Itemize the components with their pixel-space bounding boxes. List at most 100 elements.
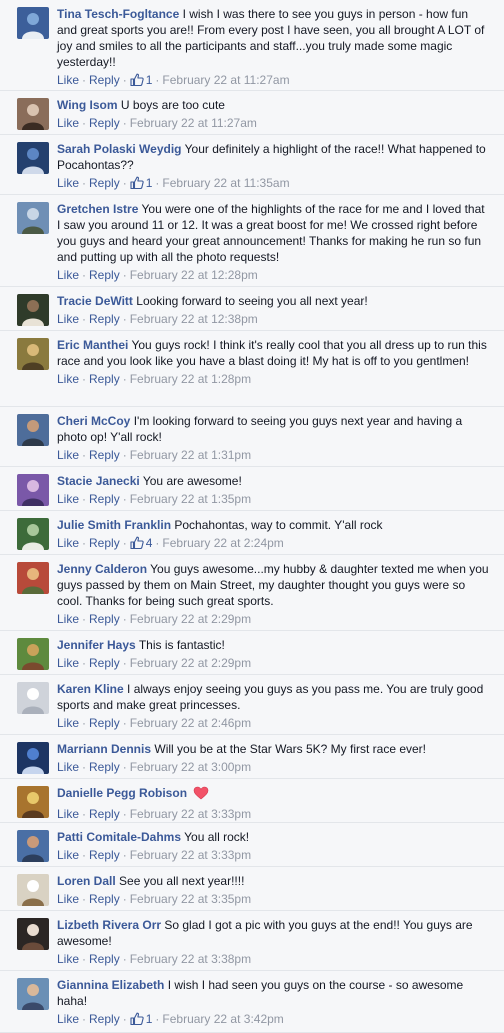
comment: Julie Smith Franklin Pochahontas, way to… [0, 511, 504, 555]
reply-link[interactable]: Reply [89, 176, 120, 190]
comment-author[interactable]: Jennifer Hays [57, 638, 136, 652]
like-link[interactable]: Like [57, 848, 79, 862]
comment-author[interactable]: Tracie DeWitt [57, 294, 133, 308]
avatar[interactable] [17, 98, 49, 130]
comment-author[interactable]: Sarah Polaski Weydig [57, 142, 182, 156]
reply-link[interactable]: Reply [89, 73, 120, 87]
like-link[interactable]: Like [57, 892, 79, 906]
comment-author[interactable]: Julie Smith Franklin [57, 518, 171, 532]
comment-timestamp[interactable]: February 22 at 12:38pm [130, 312, 258, 326]
like-link[interactable]: Like [57, 716, 79, 730]
like-link[interactable]: Like [57, 760, 79, 774]
comment-author[interactable]: Karen Kline [57, 682, 124, 696]
comment-author[interactable]: Giannina Elizabeth [57, 978, 164, 992]
like-link[interactable]: Like [57, 656, 79, 670]
reply-link[interactable]: Reply [89, 892, 120, 906]
reply-link[interactable]: Reply [89, 807, 120, 821]
comment-timestamp[interactable]: February 22 at 1:35pm [130, 492, 251, 506]
avatar[interactable] [17, 338, 49, 370]
reply-link[interactable]: Reply [89, 612, 120, 626]
separator: · [122, 807, 127, 821]
comment-author[interactable]: Wing Isom [57, 98, 118, 112]
avatar[interactable] [17, 786, 49, 818]
like-link[interactable]: Like [57, 448, 79, 462]
comment-timestamp[interactable]: February 22 at 3:33pm [130, 807, 251, 821]
avatar[interactable] [17, 202, 49, 234]
comment-timestamp[interactable]: February 22 at 3:33pm [130, 848, 251, 862]
comment-author[interactable]: Stacie Janecki [57, 474, 140, 488]
avatar[interactable] [17, 474, 49, 506]
like-link[interactable]: Like [57, 268, 79, 282]
reply-link[interactable]: Reply [89, 492, 120, 506]
reply-link[interactable]: Reply [89, 372, 120, 386]
comment-timestamp[interactable]: February 22 at 2:29pm [130, 656, 251, 670]
comment-timestamp[interactable]: February 22 at 3:00pm [130, 760, 251, 774]
comment-timestamp[interactable]: February 22 at 12:28pm [130, 268, 258, 282]
like-link[interactable]: Like [57, 612, 79, 626]
comment-author[interactable]: Lizbeth Rivera Orr [57, 918, 161, 932]
like-count[interactable]: 4 [130, 535, 152, 551]
reply-link[interactable]: Reply [89, 848, 120, 862]
reply-link[interactable]: Reply [89, 448, 120, 462]
like-count[interactable]: 1 [130, 72, 152, 88]
like-link[interactable]: Like [57, 176, 79, 190]
avatar[interactable] [17, 142, 49, 174]
comment-timestamp[interactable]: February 22 at 3:42pm [162, 1012, 283, 1026]
comment-author[interactable]: Loren Dall [57, 874, 116, 888]
comment-timestamp[interactable]: February 22 at 1:31pm [130, 448, 251, 462]
comment-timestamp[interactable]: February 22 at 3:38pm [130, 952, 251, 966]
avatar[interactable] [17, 874, 49, 906]
like-link[interactable]: Like [57, 312, 79, 326]
like-link[interactable]: Like [57, 73, 79, 87]
comment-author[interactable]: Danielle Pegg Robison [57, 786, 187, 800]
avatar[interactable] [17, 742, 49, 774]
avatar[interactable] [17, 682, 49, 714]
comment-timestamp[interactable]: February 22 at 2:24pm [162, 536, 283, 550]
avatar[interactable] [17, 830, 49, 862]
comment-author[interactable]: Eric Manthei [57, 338, 128, 352]
comment-author[interactable]: Tina Tesch-Fogltance [57, 7, 179, 21]
comment-body: Jennifer Hays This is fantastic! [57, 637, 490, 653]
reply-link[interactable]: Reply [89, 312, 120, 326]
comment-timestamp[interactable]: February 22 at 2:46pm [130, 716, 251, 730]
comment-author[interactable]: Patti Comitale-Dahms [57, 830, 181, 844]
reply-link[interactable]: Reply [89, 760, 120, 774]
like-link[interactable]: Like [57, 807, 79, 821]
reply-link[interactable]: Reply [89, 536, 120, 550]
reply-link[interactable]: Reply [89, 116, 120, 130]
avatar[interactable] [17, 294, 49, 326]
comment-author[interactable]: Marriann Dennis [57, 742, 151, 756]
like-count[interactable]: 1 [130, 1011, 152, 1027]
like-link[interactable]: Like [57, 372, 79, 386]
avatar[interactable] [17, 518, 49, 550]
comment-author[interactable]: Gretchen Istre [57, 202, 138, 216]
reply-link[interactable]: Reply [89, 268, 120, 282]
separator: · [82, 892, 87, 906]
avatar[interactable] [17, 978, 49, 1010]
like-link[interactable]: Like [57, 952, 79, 966]
avatar[interactable] [17, 918, 49, 950]
avatar[interactable] [17, 638, 49, 670]
comment-timestamp[interactable]: February 22 at 1:28pm [130, 372, 251, 386]
avatar[interactable] [17, 562, 49, 594]
comment-text: Will you be at the Star Wars 5K? My firs… [154, 742, 427, 756]
like-link[interactable]: Like [57, 1012, 79, 1026]
reply-link[interactable]: Reply [89, 716, 120, 730]
comment-timestamp[interactable]: February 22 at 11:27am [130, 116, 257, 130]
comment-timestamp[interactable]: February 22 at 2:29pm [130, 612, 251, 626]
like-link[interactable]: Like [57, 116, 79, 130]
comment-timestamp[interactable]: February 22 at 11:35am [162, 176, 289, 190]
reply-link[interactable]: Reply [89, 1012, 120, 1026]
separator: · [82, 116, 87, 130]
avatar[interactable] [17, 414, 49, 446]
comment-timestamp[interactable]: February 22 at 3:35pm [130, 892, 251, 906]
comment-timestamp[interactable]: February 22 at 11:27am [162, 73, 289, 87]
like-link[interactable]: Like [57, 536, 79, 550]
like-link[interactable]: Like [57, 492, 79, 506]
avatar[interactable] [17, 7, 49, 39]
comment-author[interactable]: Cheri McCoy [57, 414, 130, 428]
comment-author[interactable]: Jenny Calderon [57, 562, 147, 576]
like-count[interactable]: 1 [130, 175, 152, 191]
reply-link[interactable]: Reply [89, 656, 120, 670]
reply-link[interactable]: Reply [89, 952, 120, 966]
